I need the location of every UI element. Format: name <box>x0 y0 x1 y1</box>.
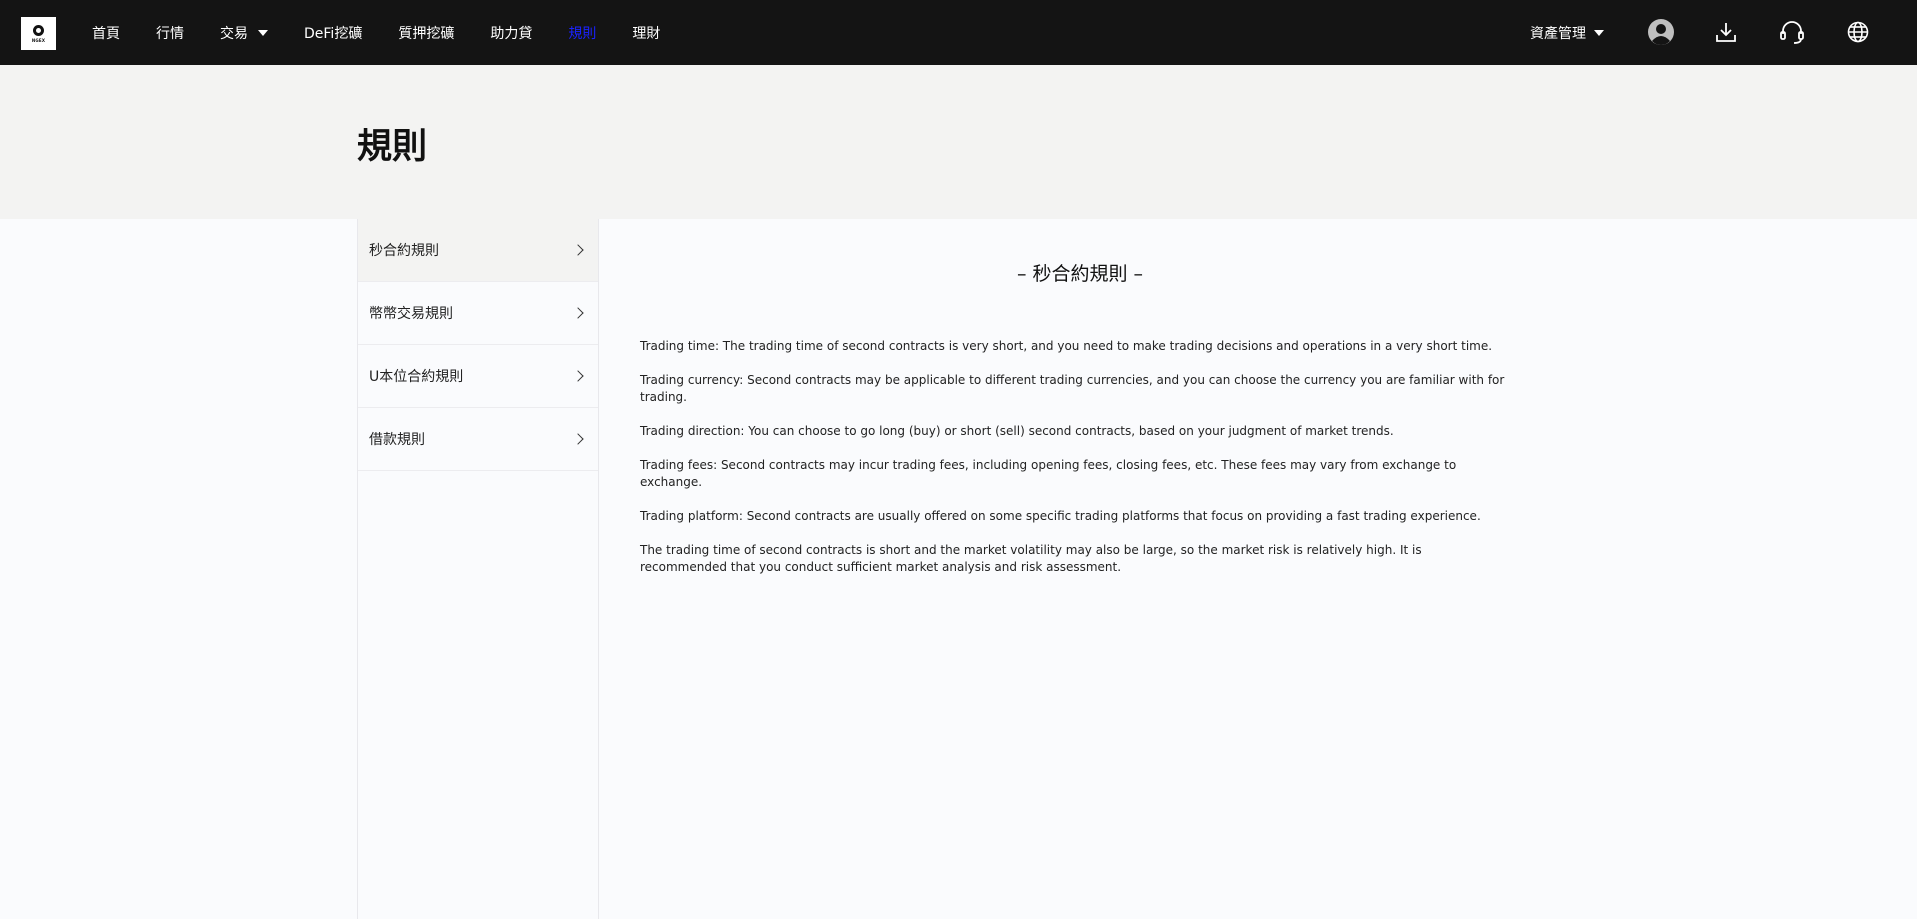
rule-paragraph: Trading fees: Second contracts may incur… <box>640 458 1457 489</box>
caret-down-icon <box>1594 29 1604 36</box>
top-navbar: NGEX 首頁 行情 交易 DeFi挖礦 質押挖礦 助力貸 規則 理財 資產管理 <box>0 0 1917 65</box>
main-nav: 首頁 行情 交易 DeFi挖礦 質押挖礦 助力貸 規則 理財 <box>92 0 696 65</box>
page-header: 規則 <box>0 65 1917 219</box>
sidebar-item-label: U本位合約規則 <box>369 369 464 385</box>
sidebar-item-usdt-contract-rules[interactable]: U本位合約規則 <box>358 345 598 408</box>
asset-management-label: 資產管理 <box>1530 25 1586 42</box>
nav-item-label: 質押挖礦 <box>398 25 455 42</box>
rule-paragraph: Trading currency: Second contracts may b… <box>640 373 1505 404</box>
globe-icon[interactable] <box>1843 16 1873 48</box>
rules-content: – 秒合約規則 – Trading time: The trading time… <box>600 219 1917 919</box>
sidebar-item-label: 幣幣交易規則 <box>369 306 453 322</box>
nav-item-label: 規則 <box>568 25 597 42</box>
nav-item-rules[interactable]: 規則 <box>568 23 596 43</box>
page-title: 規則 <box>357 127 428 167</box>
nav-item-loan[interactable]: 助力貸 <box>490 23 532 43</box>
chevron-right-icon <box>572 244 584 256</box>
sidebar-item-loan-rules[interactable]: 借款規則 <box>358 408 598 471</box>
nav-item-market[interactable]: 行情 <box>156 23 184 43</box>
nav-item-label: 行情 <box>156 25 184 42</box>
nav-item-home[interactable]: 首頁 <box>92 23 120 43</box>
user-avatar-icon[interactable] <box>1646 16 1676 48</box>
nav-item-label: 助力貸 <box>490 25 533 42</box>
asset-management-menu[interactable]: 資產管理 <box>1530 0 1604 65</box>
section-title: – 秒合約規則 – <box>1016 263 1144 285</box>
sidebar-item-spot-trading-rules[interactable]: 幣幣交易規則 <box>358 282 598 345</box>
nav-item-label: 首頁 <box>92 25 120 42</box>
sidebar-item-label: 借款規則 <box>369 432 425 448</box>
nav-item-defi-mining[interactable]: DeFi挖礦 <box>304 23 362 43</box>
rule-paragraph: The trading time of second contracts is … <box>640 543 1422 574</box>
rules-sidebar: 秒合約規則 幣幣交易規則 U本位合約規則 借款規則 <box>357 219 599 919</box>
rule-paragraph: Trading direction: You can choose to go … <box>640 424 1394 438</box>
rule-paragraph: Trading time: The trading time of second… <box>640 339 1493 353</box>
headset-icon[interactable] <box>1777 16 1807 48</box>
sidebar-item-second-contract-rules[interactable]: 秒合約規則 <box>358 219 598 282</box>
chevron-right-icon <box>572 307 584 319</box>
logo-icon <box>33 24 44 36</box>
rule-paragraph: Trading platform: Second contracts are u… <box>640 509 1481 523</box>
nav-item-label: 理財 <box>632 25 661 42</box>
nav-item-trade[interactable]: 交易 <box>220 23 268 43</box>
sidebar-item-label: 秒合約規則 <box>369 243 439 259</box>
brand-logo[interactable]: NGEX <box>21 17 56 50</box>
nav-item-staking-mining[interactable]: 質押挖礦 <box>398 23 454 43</box>
chevron-right-icon <box>572 433 584 445</box>
nav-item-finance[interactable]: 理財 <box>632 23 660 43</box>
nav-item-label: DeFi挖礦 <box>304 25 363 42</box>
logo-text: NGEX <box>31 37 46 43</box>
rules-text: Trading time: The trading time of second… <box>640 338 1510 593</box>
download-icon[interactable] <box>1711 16 1741 48</box>
nav-item-label: 交易 <box>220 25 248 42</box>
caret-down-icon <box>258 29 268 36</box>
chevron-right-icon <box>572 370 584 382</box>
